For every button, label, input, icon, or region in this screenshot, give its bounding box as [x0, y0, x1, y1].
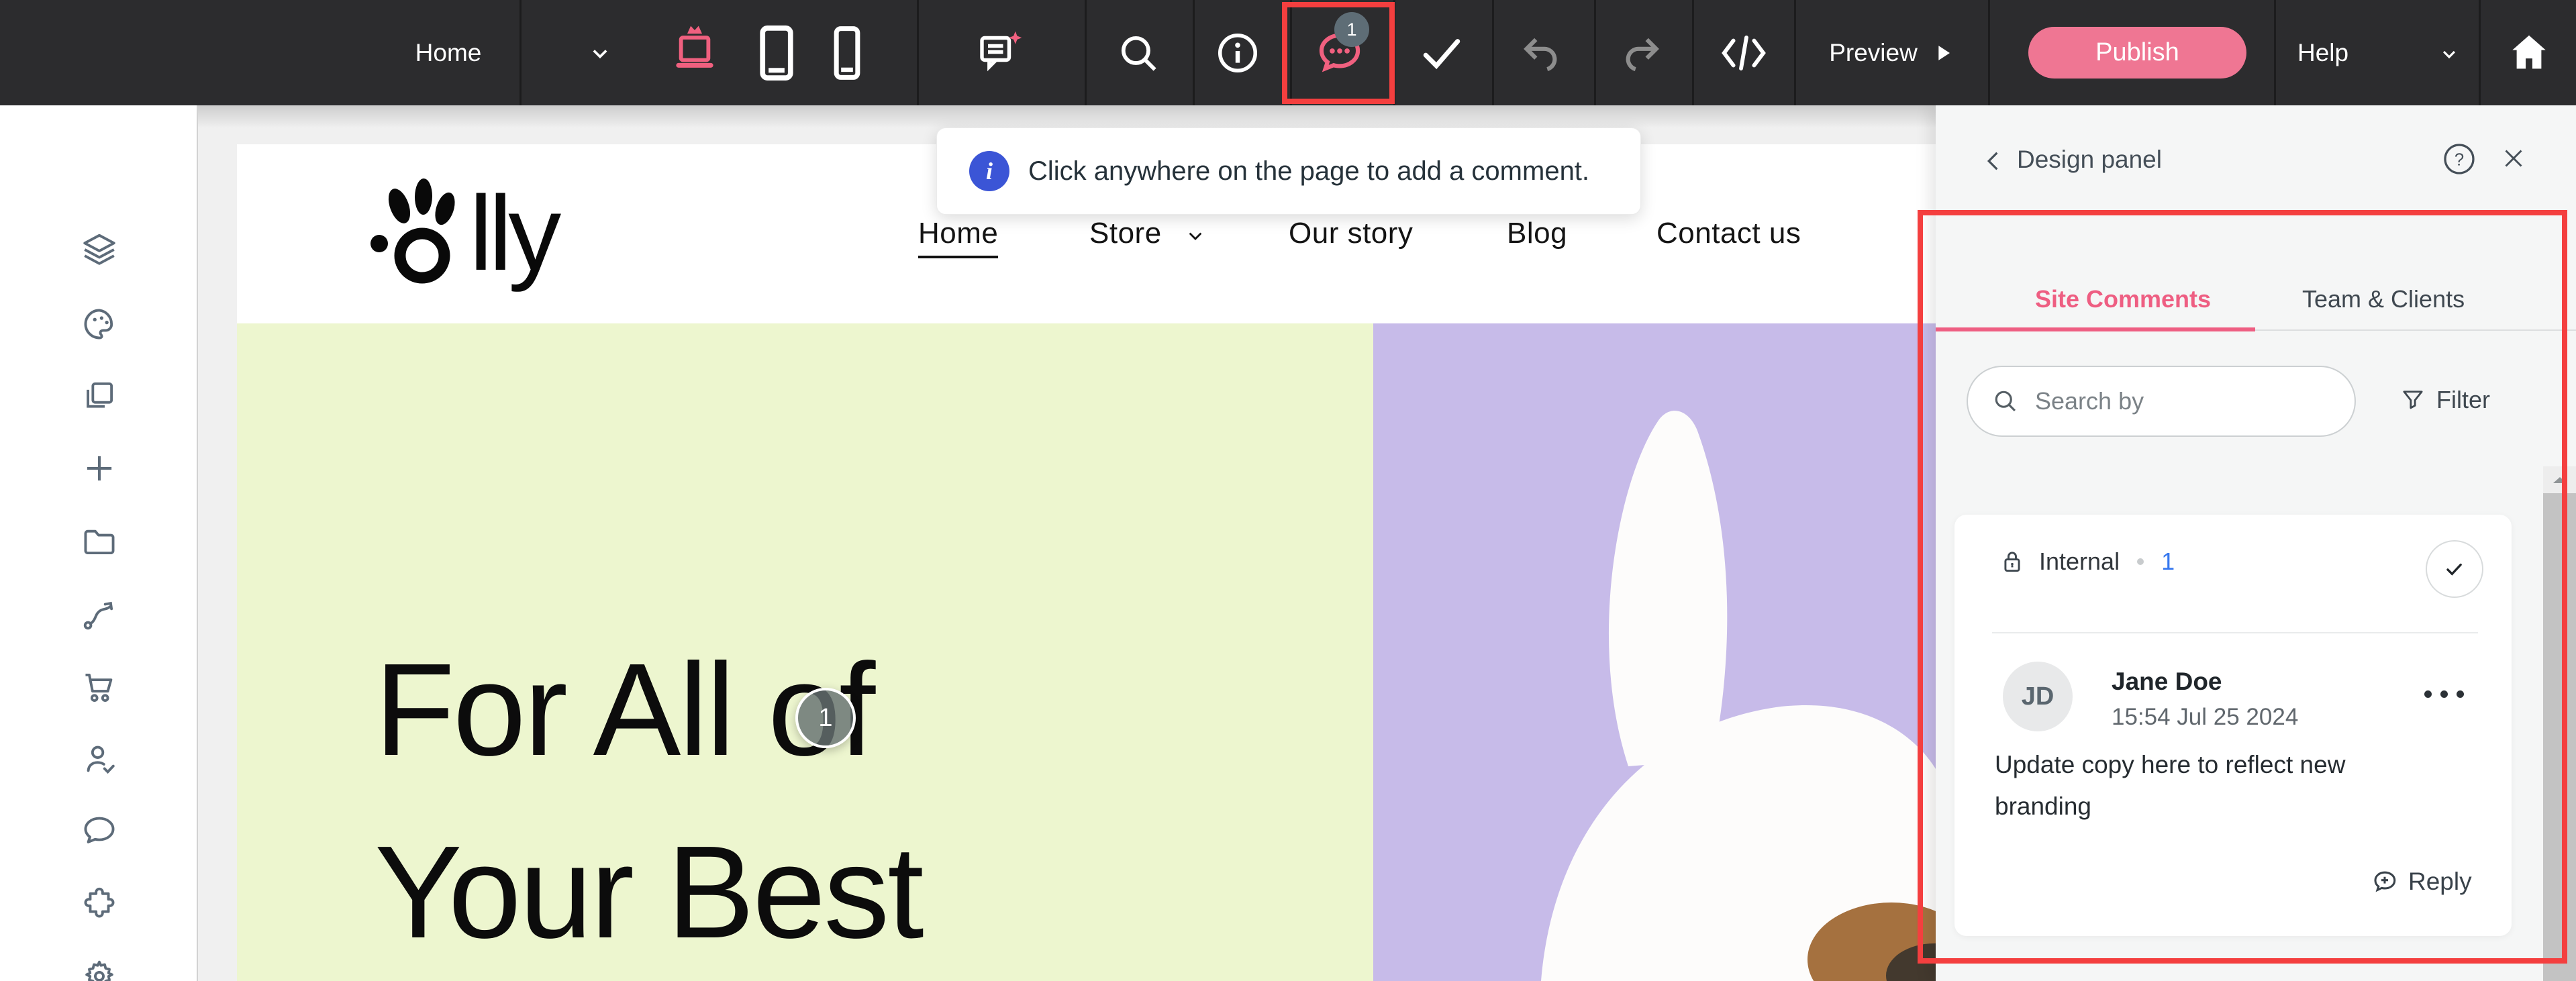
toolbar-shadow [0, 105, 1936, 128]
filter-button[interactable]: Filter [2399, 386, 2490, 414]
scrollbar-thumb[interactable] [2543, 493, 2576, 981]
comment-pin[interactable]: 1 [795, 688, 856, 748]
reply-button[interactable]: Reply [2369, 866, 2472, 897]
svg-text:?: ? [2455, 150, 2464, 169]
panel-tabs: Site Comments Team & Clients [1936, 210, 2576, 331]
close-icon[interactable] [2498, 143, 2529, 174]
apps-icon[interactable] [80, 884, 119, 923]
flow-icon[interactable] [80, 595, 119, 634]
preview-button[interactable]: Preview [1812, 0, 1973, 105]
site-nav-contact-us[interactable]: Contact us [1656, 217, 1801, 250]
search-box[interactable] [1967, 366, 2356, 437]
members-icon[interactable] [80, 739, 119, 778]
lock-icon [1997, 547, 2027, 576]
settings-icon[interactable] [80, 956, 119, 981]
pages-icon[interactable] [80, 376, 119, 415]
scroll-up-icon[interactable] [2543, 466, 2576, 493]
site-logo: lly [368, 174, 557, 287]
help-circle-icon[interactable]: ? [2440, 140, 2478, 178]
top-toolbar: Home [0, 0, 2576, 105]
palette-icon[interactable] [80, 305, 119, 344]
hero-section: For All ofYour Best [237, 323, 1373, 981]
dog-photo [1373, 323, 1936, 981]
publish-label: Publish [2095, 38, 2179, 67]
undo-icon[interactable] [1509, 0, 1573, 105]
tablet-view-button[interactable] [746, 0, 807, 105]
left-sidebar [0, 105, 198, 981]
panel-scrollbar[interactable] [2543, 466, 2576, 981]
comment-thread-card[interactable]: Internal 1 JD Jane Doe 15:54 Jul 25 2024… [1954, 515, 2512, 936]
hero-heading: For All ofYour Best [375, 619, 922, 981]
site-nav-our-story[interactable]: Our story [1289, 217, 1413, 250]
hero-image [1373, 323, 1936, 981]
comment-body: Update copy here to reflect new branding [1995, 744, 2411, 827]
paw-logo-icon [368, 174, 469, 287]
info-icon[interactable] [1207, 0, 1269, 105]
wix-editor: lly Home Store Our story Blog Contact us… [0, 0, 2576, 981]
reply-label: Reply [2408, 868, 2472, 896]
site-nav-store[interactable]: Store [1089, 217, 1162, 250]
dot-separator [2137, 558, 2144, 565]
search-icon[interactable] [1107, 0, 1169, 105]
card-divider [1992, 632, 2478, 633]
redo-icon[interactable] [1609, 0, 1674, 105]
save-check-icon[interactable] [1409, 0, 1474, 105]
tab-team-clients[interactable]: Team & Clients [2302, 285, 2465, 313]
mobile-view-button[interactable] [831, 0, 863, 105]
search-input[interactable] [2035, 387, 2317, 415]
help-label: Help [2297, 39, 2348, 67]
site-nav-home[interactable]: Home [918, 217, 998, 258]
tab-site-comments[interactable]: Site Comments [2035, 285, 2211, 313]
site-canvas: lly Home Store Our story Blog Contact us… [237, 144, 1936, 981]
reply-icon [2369, 866, 2400, 897]
layers-icon[interactable] [80, 230, 119, 269]
chat-icon[interactable] [80, 811, 119, 849]
comments-badge: 1 [1334, 12, 1369, 47]
chevron-down-icon[interactable] [2436, 42, 2462, 67]
code-icon[interactable] [1710, 0, 1777, 105]
avatar: JD [2003, 662, 2073, 731]
logo-text: lly [469, 180, 557, 287]
chevron-down-icon[interactable] [585, 39, 615, 68]
search-icon [1991, 386, 2020, 416]
add-icon[interactable] [80, 449, 119, 488]
comment-timestamp: 15:54 Jul 25 2024 [2112, 704, 2298, 731]
cart-icon[interactable] [80, 668, 119, 707]
panel-title: Design panel [2017, 146, 2162, 174]
help-menu[interactable]: Help [2279, 0, 2413, 105]
filter-icon [2399, 386, 2427, 414]
more-options-icon[interactable] [2424, 690, 2464, 698]
ai-assistant-icon[interactable] [967, 0, 1034, 105]
folder-icon[interactable] [80, 521, 119, 560]
tooltip-text: Click anywhere on the page to add a comm… [1028, 156, 1589, 187]
dashboard-home-icon[interactable] [2495, 0, 2563, 105]
info-icon: i [969, 151, 1009, 191]
publish-button[interactable]: Publish [2028, 27, 2246, 79]
page-selector-label: Home [415, 39, 482, 67]
back-icon[interactable] [1980, 147, 2008, 175]
chevron-down-icon [1182, 217, 1209, 249]
comment-mode-tooltip: i Click anywhere on the page to add a co… [936, 127, 1641, 215]
active-tab-underline [1936, 327, 2255, 331]
thread-count: 1 [2161, 548, 2175, 576]
thread-visibility: Internal [2039, 548, 2120, 576]
preview-label: Preview [1829, 39, 1918, 67]
resolve-button[interactable] [2426, 540, 2483, 598]
comment-author: Jane Doe [2112, 668, 2222, 696]
page-selector[interactable]: Home [378, 0, 519, 105]
desktop-view-button[interactable] [661, 0, 728, 105]
site-nav-blog[interactable]: Blog [1507, 217, 1567, 250]
filter-label: Filter [2436, 386, 2490, 414]
comments-panel: Design panel ? Site Comments Team & Clie… [1936, 105, 2576, 981]
